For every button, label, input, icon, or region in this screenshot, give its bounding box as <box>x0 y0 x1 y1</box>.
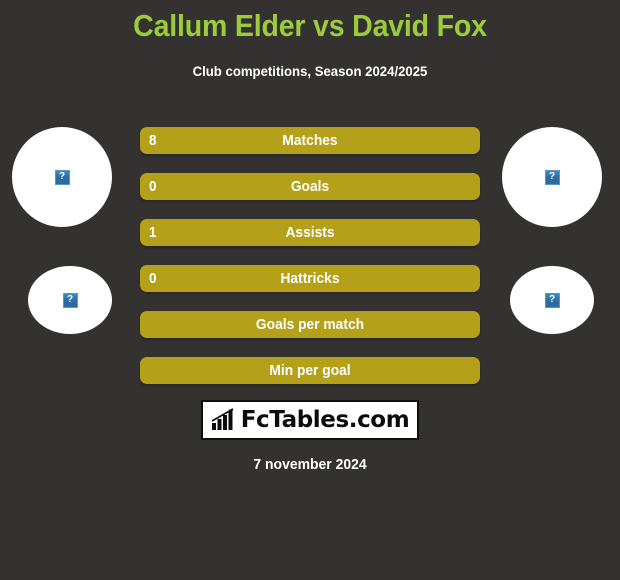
broken-image-icon: ? <box>54 169 70 185</box>
stat-label: Goals per match <box>255 316 365 333</box>
avatar-right-player-secondary: ? <box>510 266 594 334</box>
broken-image-icon: ? <box>544 169 560 185</box>
comparison-infographic: Callum Elder vs David Fox Club competiti… <box>0 0 620 580</box>
stats-bar-list: 8 Matches 0 Goals 1 Assists 0 Hattricks … <box>140 127 480 384</box>
page-title: Callum Elder vs David Fox <box>133 8 487 43</box>
stat-row-goals-per-match: Goals per match <box>140 311 480 338</box>
avatar-left-player-secondary: ? <box>28 266 112 334</box>
broken-image-icon: ? <box>544 292 560 308</box>
watermark-content: FcTables.com <box>211 408 410 432</box>
stat-label: Goals <box>290 178 330 195</box>
footer-date: 7 november 2024 <box>253 456 367 473</box>
stat-row-goals: 0 Goals <box>140 173 480 200</box>
watermark-text: FcTables.com <box>240 406 410 433</box>
page-subtitle: Club competitions, Season 2024/2025 <box>192 63 428 79</box>
stat-row-assists: 1 Assists <box>140 219 480 246</box>
stat-label: Matches <box>282 132 338 149</box>
stat-row-min-per-goal: Min per goal <box>140 357 480 384</box>
broken-image-icon: ? <box>62 292 78 308</box>
stat-row-matches: 8 Matches <box>140 127 480 154</box>
stat-row-hattricks: 0 Hattricks <box>140 265 480 292</box>
stat-label: Hattricks <box>280 270 340 287</box>
stat-label: Min per goal <box>269 362 351 379</box>
avatar-left-player-primary: ? <box>12 127 112 227</box>
bar-chart-growth-icon <box>211 408 234 430</box>
fctables-watermark: FcTables.com <box>201 400 419 440</box>
avatar-right-player-primary: ? <box>502 127 602 227</box>
stat-label: Assists <box>285 224 335 241</box>
